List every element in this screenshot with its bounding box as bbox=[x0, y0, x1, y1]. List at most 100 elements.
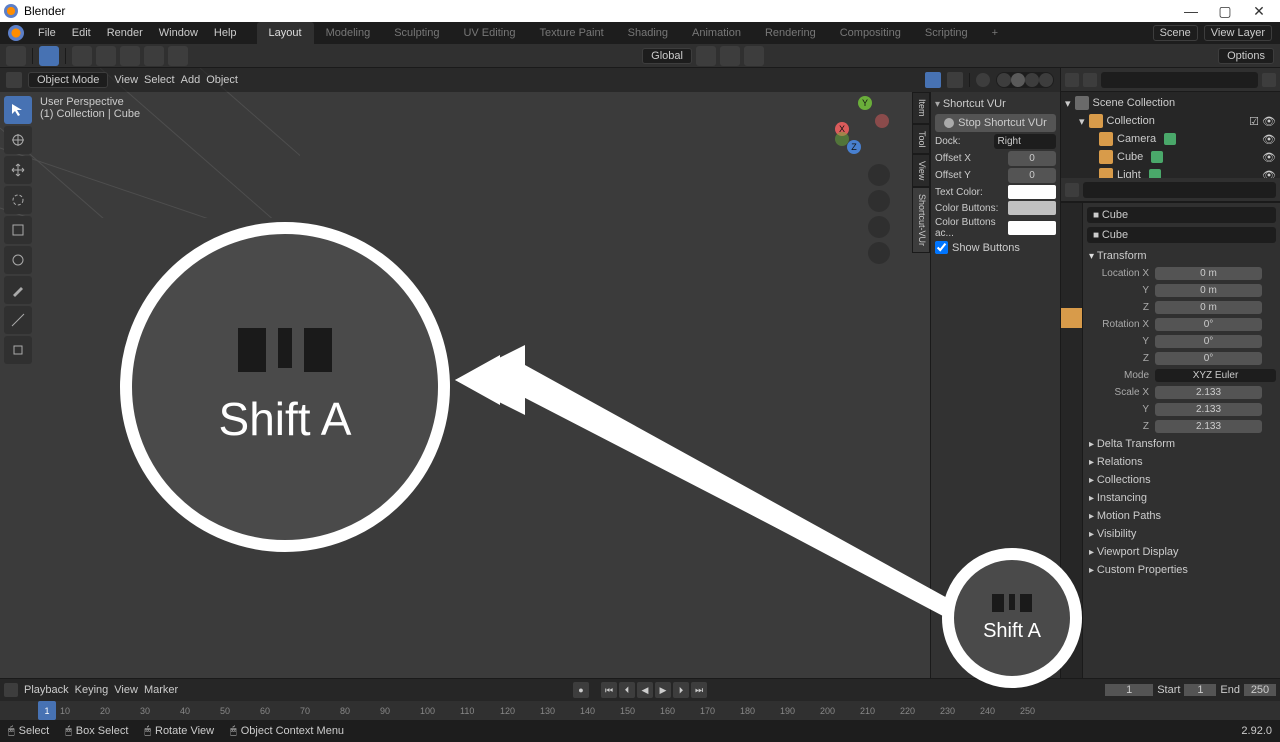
tool-measure[interactable] bbox=[4, 306, 32, 334]
keyframe-next-icon[interactable]: ⏵ bbox=[673, 682, 689, 698]
timeline-playback[interactable]: Playback bbox=[24, 684, 69, 696]
cursor-tool-icon[interactable] bbox=[39, 46, 59, 66]
viewport-menu-view[interactable]: View bbox=[114, 74, 138, 86]
color-buttons-swatch[interactable] bbox=[1008, 201, 1056, 215]
section-relations[interactable]: ▸ Relations bbox=[1087, 453, 1276, 471]
workspace-scripting[interactable]: Scripting bbox=[913, 22, 980, 44]
maximize-button[interactable]: ▢ bbox=[1208, 0, 1242, 22]
section-viewportdisplay[interactable]: ▸ Viewport Display bbox=[1087, 543, 1276, 561]
prop-tab-particle[interactable] bbox=[1061, 350, 1082, 370]
viewlayer-field[interactable]: View Layer bbox=[1204, 25, 1272, 41]
axis-y-icon[interactable]: Y bbox=[858, 96, 872, 110]
tool-rotate[interactable] bbox=[4, 186, 32, 214]
jump-start-icon[interactable]: ⏮ bbox=[601, 682, 617, 698]
nav-gizmo[interactable]: X Y Z bbox=[835, 96, 895, 156]
play-reverse-icon[interactable]: ◀ bbox=[637, 682, 653, 698]
workspace-shading[interactable]: Shading bbox=[616, 22, 680, 44]
viewport-menu-select[interactable]: Select bbox=[144, 74, 175, 86]
close-button[interactable]: ✕ bbox=[1242, 0, 1276, 22]
text-color-swatch[interactable] bbox=[1008, 185, 1056, 199]
prop-tab-material[interactable] bbox=[1061, 434, 1082, 454]
outliner-camera[interactable]: Camera bbox=[1117, 133, 1156, 145]
props-breadcrumb[interactable]: ■ Cube bbox=[1087, 207, 1276, 223]
props-search[interactable] bbox=[1083, 182, 1276, 198]
end-frame[interactable]: 250 bbox=[1244, 684, 1276, 696]
rot-z[interactable]: 0° bbox=[1155, 352, 1262, 365]
timeline-type-icon[interactable] bbox=[4, 683, 18, 697]
timeline-keying[interactable]: Keying bbox=[75, 684, 109, 696]
orientation-dropdown[interactable]: Global bbox=[642, 48, 692, 64]
props-name-field[interactable]: ■ Cube bbox=[1087, 227, 1276, 243]
section-customprops[interactable]: ▸ Custom Properties bbox=[1087, 561, 1276, 579]
npanel-tab-view[interactable]: View bbox=[912, 154, 930, 187]
tool-transform[interactable] bbox=[4, 246, 32, 274]
stop-shortcut-button[interactable]: Stop Shortcut VUr bbox=[935, 114, 1056, 132]
prop-tab-constraint[interactable] bbox=[1061, 392, 1082, 412]
snapto-icon[interactable] bbox=[720, 46, 740, 66]
section-delta[interactable]: ▸ Delta Transform bbox=[1087, 435, 1276, 453]
outliner-type-icon[interactable] bbox=[1065, 73, 1079, 87]
prop-tab-texture[interactable] bbox=[1061, 455, 1082, 475]
persp-toggle-icon[interactable] bbox=[868, 242, 890, 264]
section-transform[interactable]: ▾ Transform bbox=[1087, 247, 1276, 265]
shading-matprev-icon[interactable] bbox=[1025, 73, 1039, 87]
prop-tab-render[interactable] bbox=[1061, 203, 1082, 223]
scene-field[interactable]: Scene bbox=[1153, 25, 1198, 41]
props-type-icon[interactable] bbox=[1065, 183, 1079, 197]
tool-scale[interactable] bbox=[4, 216, 32, 244]
prop-tab-physics[interactable] bbox=[1061, 371, 1082, 391]
workspace-layout[interactable]: Layout bbox=[257, 22, 314, 44]
workspace-compositing[interactable]: Compositing bbox=[828, 22, 913, 44]
tool-cursor[interactable] bbox=[4, 126, 32, 154]
autokey-icon[interactable]: ● bbox=[573, 682, 589, 698]
menu-file[interactable]: File bbox=[30, 22, 64, 44]
play-icon[interactable]: ▶ bbox=[655, 682, 671, 698]
workspace-sculpting[interactable]: Sculpting bbox=[382, 22, 451, 44]
npanel-tab-shortcutvur[interactable]: Shortcut-VUr bbox=[912, 187, 930, 253]
loc-y[interactable]: 0 m bbox=[1155, 284, 1262, 297]
snap5-icon[interactable] bbox=[168, 46, 188, 66]
timeline-marker[interactable]: Marker bbox=[144, 684, 178, 696]
tool-annotate[interactable] bbox=[4, 276, 32, 304]
timeline-view[interactable]: View bbox=[114, 684, 138, 696]
tool-move[interactable] bbox=[4, 156, 32, 184]
viewport-menu-object[interactable]: Object bbox=[206, 74, 238, 86]
tool-select-box[interactable] bbox=[4, 96, 32, 124]
offset-y-field[interactable]: 0 bbox=[1008, 168, 1056, 183]
collection-item[interactable]: Collection bbox=[1107, 115, 1155, 127]
camera-icon[interactable] bbox=[868, 216, 890, 238]
show-buttons-checkbox[interactable] bbox=[935, 241, 948, 254]
menu-edit[interactable]: Edit bbox=[64, 22, 99, 44]
prop-tab-modifier[interactable] bbox=[1061, 329, 1082, 349]
minimize-button[interactable]: — bbox=[1174, 0, 1208, 22]
scale-z[interactable]: 2.133 bbox=[1155, 420, 1262, 433]
outliner-cube[interactable]: Cube bbox=[1117, 151, 1143, 163]
workspace-modeling[interactable]: Modeling bbox=[314, 22, 383, 44]
selectmode-icon[interactable] bbox=[6, 46, 26, 66]
outliner-search[interactable] bbox=[1101, 72, 1258, 88]
outliner-filter-icon[interactable] bbox=[1262, 73, 1276, 87]
prop-tab-viewlayer[interactable] bbox=[1061, 245, 1082, 265]
workspace-texture[interactable]: Texture Paint bbox=[527, 22, 615, 44]
section-instancing[interactable]: ▸ Instancing bbox=[1087, 489, 1276, 507]
blender-icon[interactable] bbox=[8, 25, 24, 41]
tool-add-cube[interactable] bbox=[4, 336, 32, 364]
editor-type-icon[interactable] bbox=[6, 72, 22, 88]
start-frame[interactable]: 1 bbox=[1184, 684, 1216, 696]
outliner-tree[interactable]: ▾Scene Collection ▾Collection☑ 👁 Camera👁… bbox=[1061, 92, 1280, 178]
npanel-tab-item[interactable]: Item bbox=[912, 92, 930, 124]
propedit-icon[interactable] bbox=[744, 46, 764, 66]
mode-dropdown[interactable]: Object Mode bbox=[28, 72, 108, 88]
snap4-icon[interactable] bbox=[144, 46, 164, 66]
workspace-animation[interactable]: Animation bbox=[680, 22, 753, 44]
snap2-icon[interactable] bbox=[96, 46, 116, 66]
shading-render-icon[interactable] bbox=[1039, 73, 1053, 87]
prop-tab-object[interactable] bbox=[1061, 308, 1082, 328]
dock-dropdown[interactable]: Right bbox=[994, 134, 1057, 149]
offset-x-field[interactable]: 0 bbox=[1008, 151, 1056, 166]
zoom-icon[interactable] bbox=[868, 164, 890, 186]
pan-icon[interactable] bbox=[868, 190, 890, 212]
axis-z-icon[interactable]: Z bbox=[847, 140, 861, 154]
scale-y[interactable]: 2.133 bbox=[1155, 403, 1262, 416]
pivot-icon[interactable] bbox=[696, 46, 716, 66]
